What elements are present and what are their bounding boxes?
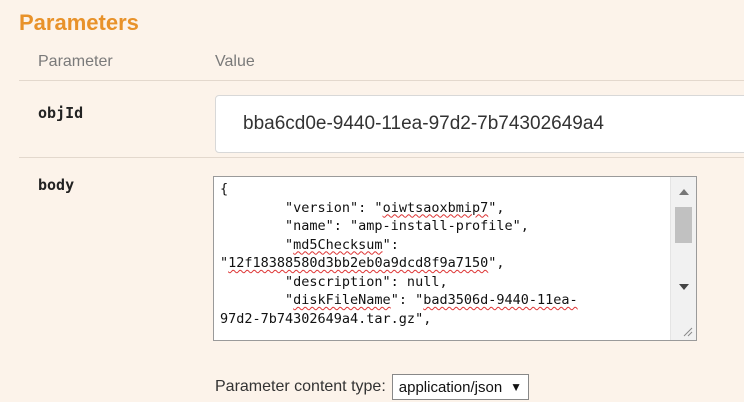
scroll-down-icon[interactable] xyxy=(679,284,689,290)
content-type-row: Parameter content type: application/json… xyxy=(215,374,530,400)
header-divider xyxy=(19,80,744,81)
objid-input[interactable]: bba6cd0e-9440-11ea-97d2-7b74302649a4 xyxy=(215,95,744,153)
content-type-selected: application/json xyxy=(398,378,503,396)
resize-grip-icon[interactable] xyxy=(681,325,693,337)
column-header-parameter: Parameter xyxy=(38,53,113,70)
content-type-select[interactable]: application/json ▼ xyxy=(391,374,530,400)
row-divider xyxy=(19,157,744,158)
body-textarea[interactable]: { "version": "oiwtsaoxbmip7", "name": "a… xyxy=(213,176,697,341)
spellcheck-token: bad3506d-9440-11ea- xyxy=(423,292,578,308)
spellcheck-token: 12f18388580d3bb2eb0a9dcd8f9a7150 xyxy=(228,255,489,271)
column-header-value: Value xyxy=(215,53,255,70)
section-title: Parameters xyxy=(19,10,139,35)
spellcheck-token: diskFileName xyxy=(293,292,391,308)
param-name-body: body xyxy=(38,176,75,194)
spellcheck-token: md5Checksum xyxy=(293,236,383,253)
dropdown-arrow-icon: ▼ xyxy=(510,380,523,394)
objid-value: bba6cd0e-9440-11ea-97d2-7b74302649a4 xyxy=(243,113,604,134)
scroll-thumb[interactable] xyxy=(675,207,692,243)
body-json-text: { "version": "oiwtsaoxbmip7", "name": "a… xyxy=(220,181,578,327)
param-name-objid: objId xyxy=(38,104,84,122)
spellcheck-token: oiwtsaoxbmip7 xyxy=(382,199,489,216)
textarea-scrollbar[interactable] xyxy=(670,177,696,340)
scroll-up-icon[interactable] xyxy=(679,189,689,195)
content-type-label: Parameter content type: xyxy=(215,378,386,395)
